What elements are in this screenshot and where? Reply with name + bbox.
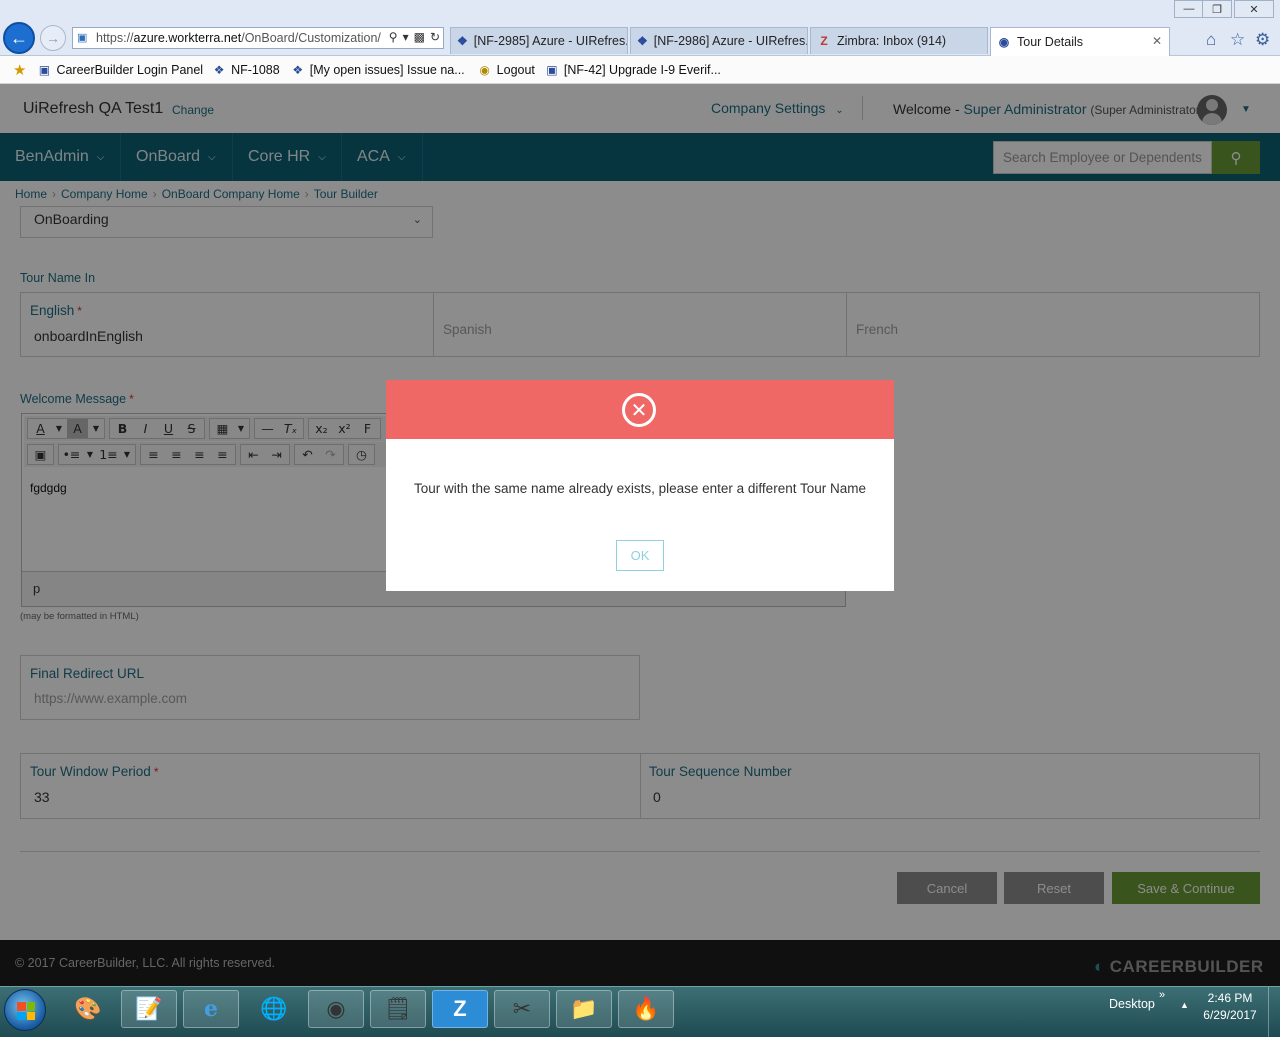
favorite-link[interactable]: ❖ [My open issues] Issue na...: [290, 62, 465, 77]
browser-tab[interactable]: Z Zimbra: Inbox (914): [810, 27, 988, 54]
internet-explorer-icon[interactable]: e: [183, 990, 239, 1028]
page-icon: ▣: [546, 62, 558, 77]
browser-tab[interactable]: ❖ [NF-2985] Azure - UIRefres...: [450, 27, 628, 54]
lock-icon[interactable]: ▩: [414, 30, 425, 44]
logout-icon: ◉: [479, 62, 490, 77]
page-icon: ◉: [998, 35, 1010, 49]
app-flame-icon[interactable]: 🔥: [618, 990, 674, 1028]
url-host: azure.workterra.net: [133, 31, 242, 45]
forward-arrow-icon[interactable]: →: [40, 25, 66, 51]
jira-icon: ❖: [213, 62, 225, 77]
dropdown-icon[interactable]: ▾: [403, 30, 409, 44]
tab-label: [NF-2986] Azure - UIRefres...: [653, 34, 808, 48]
dialog-header: ✕: [386, 380, 894, 439]
favorite-link[interactable]: ▣ [NF-42] Upgrade I-9 Everif...: [544, 63, 721, 77]
chrome-icon[interactable]: ◉: [308, 990, 364, 1028]
firefox-icon[interactable]: 🌐: [246, 990, 302, 1028]
show-desktop-button[interactable]: [1268, 987, 1280, 1037]
url-path: /OnBoard/Customization/: [241, 31, 381, 45]
favorite-link[interactable]: ▣ CareerBuilder Login Panel: [36, 63, 203, 77]
favorite-label: NF-1088: [231, 62, 280, 77]
tab-label: Tour Details: [1017, 35, 1083, 49]
file-explorer-icon[interactable]: 📁: [556, 990, 612, 1028]
favorites-star-icon[interactable]: ☆: [1230, 30, 1245, 50]
url-scheme: https://: [96, 31, 134, 45]
browser-tab-active[interactable]: ◉ Tour Details ✕: [990, 27, 1170, 56]
address-bar[interactable]: ▣ https://azure.workterra.net/OnBoard/Cu…: [72, 27, 444, 49]
sticky-notes-icon[interactable]: 🗒: [370, 990, 426, 1028]
close-icon[interactable]: ✕: [1152, 34, 1162, 48]
zimbra-icon[interactable]: Z: [432, 990, 488, 1028]
favorites-star-icon[interactable]: ★: [13, 61, 26, 79]
error-circle-icon: ✕: [622, 393, 656, 427]
jira-icon: ❖: [457, 34, 468, 48]
snipping-tool-icon[interactable]: ✂: [494, 990, 550, 1028]
error-dialog: ✕ Tour with the same name already exists…: [386, 380, 894, 591]
chevron-right-icon[interactable]: »: [1159, 989, 1165, 1001]
favorite-label: Logout: [496, 62, 535, 77]
favorite-link[interactable]: ❖ NF-1088: [211, 63, 280, 77]
tray-arrow-icon[interactable]: ▲: [1180, 1000, 1189, 1010]
clock-time[interactable]: 2:46 PM: [1200, 991, 1260, 1005]
window-close-icon[interactable]: ✕: [1234, 0, 1274, 18]
favorite-label: CareerBuilder Login Panel: [56, 62, 204, 77]
zimbra-icon: Z: [820, 34, 828, 48]
browser-toolbar: ← → ▣ https://azure.workterra.net/OnBoar…: [0, 0, 1280, 56]
jira-icon: ❖: [292, 62, 304, 77]
favorite-label: [My open issues] Issue na...: [309, 62, 465, 77]
taskbar: 🎨 📝 e 🌐 ◉ 🗒 Z ✂ 📁 🔥 Desktop » ▲ 2:46 PM …: [0, 986, 1280, 1037]
paint-icon[interactable]: 🎨: [60, 990, 116, 1028]
restore-icon[interactable]: ❐: [1202, 0, 1232, 18]
minimize-icon[interactable]: —: [1174, 0, 1204, 18]
tab-label: Zimbra: Inbox (914): [837, 34, 947, 48]
back-arrow-icon[interactable]: ←: [3, 22, 35, 54]
dialog-message: Tour with the same name already exists, …: [414, 481, 866, 496]
tab-label: [NF-2985] Azure - UIRefres...: [473, 34, 628, 48]
start-button[interactable]: [4, 989, 46, 1031]
clock-date[interactable]: 6/29/2017: [1200, 1008, 1260, 1022]
search-icon[interactable]: ⚲: [389, 30, 398, 44]
refresh-icon[interactable]: ↻: [430, 30, 440, 44]
favorite-label: [NF-42] Upgrade I-9 Everif...: [563, 62, 721, 77]
jira-icon: ❖: [637, 34, 648, 48]
gear-icon[interactable]: ⚙: [1255, 30, 1270, 50]
windows-logo-icon: [17, 1002, 35, 1020]
page-icon: ▣: [77, 32, 88, 44]
favorite-link[interactable]: ◉ Logout: [477, 62, 535, 77]
browser-tab[interactable]: ❖ [NF-2986] Azure - UIRefres...: [630, 27, 808, 54]
home-icon[interactable]: ⌂: [1206, 30, 1216, 50]
favorites-bar: ★ ▣ CareerBuilder Login Panel ❖ NF-1088 ❖ […: [0, 56, 1280, 84]
ok-button[interactable]: OK: [616, 540, 664, 571]
desktop-toolbar[interactable]: Desktop: [1109, 997, 1155, 1011]
page-icon: ▣: [38, 62, 51, 77]
notepad-icon[interactable]: 📝: [121, 990, 177, 1028]
